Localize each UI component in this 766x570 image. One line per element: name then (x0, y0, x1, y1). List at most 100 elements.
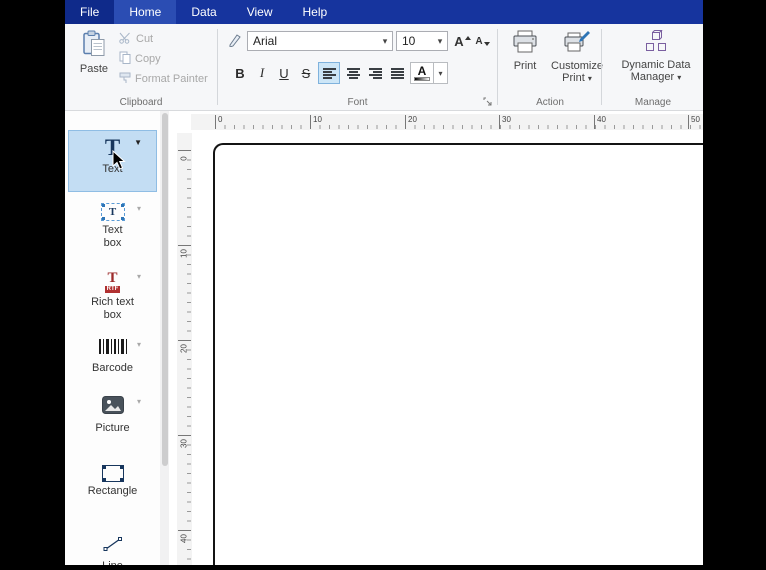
print-button[interactable]: Print (505, 28, 545, 72)
tab-view[interactable]: View (232, 0, 288, 24)
chevron-down-icon[interactable]: ▾ (433, 36, 447, 47)
dynamic-data-manager-button[interactable]: Dynamic Data Manager ▾ (613, 28, 699, 84)
chevron-down-icon[interactable]: ▾ (137, 340, 141, 349)
design-pane: 0 10 20 30 40 50 0 10 20 30 40 (169, 111, 703, 565)
dynamic-data-manager-label: Dynamic Data Manager ▾ (621, 59, 691, 83)
horizontal-ruler: 0 10 20 30 40 50 (191, 114, 703, 130)
scrollbar-thumb[interactable] (161, 113, 168, 466)
align-justify-button[interactable] (386, 62, 408, 84)
tool-label: Picture (95, 422, 130, 434)
ribbon: Paste Cut Copy Format Painter Clipboard … (65, 24, 703, 111)
printer-icon (512, 30, 538, 57)
tab-help[interactable]: Help (288, 0, 343, 24)
font-group-label: Font (347, 97, 368, 108)
cut-button[interactable]: Cut (119, 30, 153, 48)
clipboard-group-label: Clipboard (119, 97, 163, 108)
chevron-down-icon: ▾ (587, 74, 592, 83)
align-left-icon (322, 67, 336, 79)
cubes-icon (644, 29, 668, 56)
picture-icon (101, 396, 124, 419)
font-script-icon[interactable] (228, 33, 242, 50)
font-color-dropdown[interactable]: ▾ (434, 62, 448, 84)
label-canvas[interactable] (213, 143, 703, 565)
strikethrough-button[interactable]: S (296, 62, 316, 84)
customize-print-label: Customize Print ▾ (551, 60, 603, 84)
italic-button[interactable]: I (252, 62, 272, 84)
tool-rich-text-box[interactable]: T RTF ▾ Rich text box (68, 267, 157, 327)
action-group-label: Action (536, 97, 564, 108)
color-gradient-bar (414, 77, 430, 81)
tab-data[interactable]: Data (176, 0, 231, 24)
chevron-down-icon[interactable]: ▼ (134, 138, 142, 147)
tool-line[interactable]: Line (68, 532, 157, 565)
font-family-value: Arial (253, 34, 278, 48)
align-right-button[interactable] (364, 62, 386, 84)
toolbox-scrollbar[interactable] (160, 111, 169, 565)
align-center-button[interactable] (342, 62, 364, 84)
workspace: T ▼ Text T ▾ Text box T RTF ▾ Rich text … (65, 111, 703, 565)
app-window: File Home Data View Help Paste Cut Copy … (65, 0, 703, 565)
line-icon (103, 536, 123, 557)
scissors-icon (119, 32, 132, 47)
grow-font-button[interactable]: A (453, 31, 472, 51)
tab-home[interactable]: Home (114, 0, 177, 24)
format-painter-label: Format Painter (135, 73, 208, 85)
rich-text-icon: T RTF (104, 270, 121, 293)
cut-label: Cut (136, 33, 154, 45)
print-label: Print (513, 60, 537, 72)
text-box-icon: T (100, 203, 125, 221)
paste-button[interactable]: Paste (75, 28, 113, 75)
ruler-minor-ticks (215, 125, 703, 129)
tab-file[interactable]: File (65, 0, 115, 24)
chevron-down-icon: ▾ (677, 73, 682, 82)
chevron-down-icon[interactable]: ▾ (137, 397, 141, 406)
customize-print-button[interactable]: Customize Print ▾ (549, 28, 605, 85)
group-separator (217, 29, 218, 105)
menubar: File Home Data View Help (65, 0, 703, 24)
font-size-value: 10 (402, 34, 416, 48)
tool-label: Text box (102, 224, 123, 249)
font-dialog-launcher[interactable] (483, 97, 493, 107)
chevron-down-icon[interactable]: ▾ (137, 204, 141, 213)
manage-group-label: Manage (634, 97, 672, 108)
rectangle-icon (101, 465, 124, 482)
align-left-button[interactable] (318, 62, 340, 84)
customize-print-icon (564, 30, 590, 57)
align-justify-icon (390, 67, 404, 79)
vertical-ruler: 0 10 20 30 40 (177, 133, 192, 565)
barcode-icon (98, 339, 127, 359)
screen: File Home Data View Help Paste Cut Copy … (0, 0, 766, 570)
font-family-select[interactable]: Arial ▾ (247, 31, 393, 51)
arrow-up-icon (464, 36, 471, 40)
mouse-cursor (112, 149, 127, 176)
font-size-select[interactable]: 10 ▾ (396, 31, 448, 51)
tool-rectangle[interactable]: Rectangle (68, 461, 157, 508)
tool-label: Line (102, 560, 123, 565)
copy-label: Copy (135, 53, 161, 65)
paste-icon (82, 30, 106, 60)
copy-button[interactable]: Copy (119, 50, 161, 68)
format-painter-icon (119, 72, 131, 87)
toolbox: T ▼ Text T ▾ Text box T RTF ▾ Rich text … (65, 111, 160, 565)
tool-label: Rich text box (91, 296, 134, 321)
underline-button[interactable]: U (274, 62, 294, 84)
tool-text-box[interactable]: T ▾ Text box (68, 199, 157, 263)
chevron-down-icon[interactable]: ▾ (378, 36, 392, 47)
tool-label: Rectangle (87, 485, 138, 497)
paste-label: Paste (79, 63, 109, 75)
tool-barcode[interactable]: ▾ Barcode (68, 335, 157, 379)
shrink-font-button[interactable]: A (473, 31, 492, 51)
tool-label: Barcode (92, 362, 133, 374)
align-right-icon (368, 67, 382, 79)
bold-button[interactable]: B (230, 62, 250, 84)
chevron-down-icon[interactable]: ▾ (137, 272, 141, 281)
group-separator (601, 29, 602, 105)
ruler-minor-ticks (187, 150, 191, 565)
arrow-down-icon (483, 42, 490, 46)
copy-icon (119, 51, 131, 67)
font-color-button[interactable]: A (410, 62, 434, 84)
align-center-icon (346, 67, 360, 79)
tool-picture[interactable]: ▾ Picture (68, 392, 157, 442)
format-painter-button[interactable]: Format Painter (119, 70, 208, 88)
group-separator (497, 29, 498, 105)
